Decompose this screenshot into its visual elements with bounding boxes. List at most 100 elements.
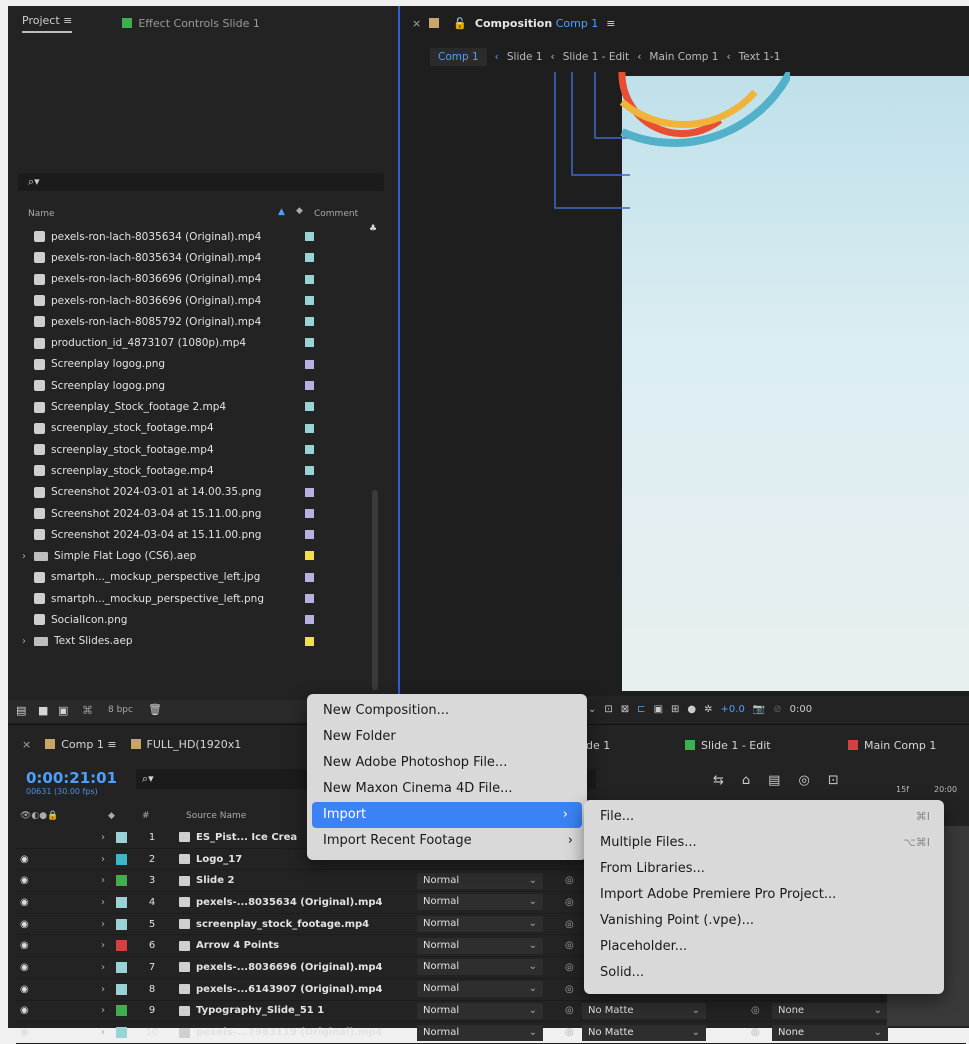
show-snapshot-icon[interactable]: ⊘	[773, 704, 781, 715]
label-color-swatch[interactable]	[305, 636, 314, 646]
eye-icon[interactable]: ◉	[20, 897, 34, 908]
tab-slide-1[interactable]: ide 1	[583, 739, 610, 752]
new-composition-icon[interactable]: ▣	[58, 704, 68, 717]
breadcrumb-item[interactable]: Comp 1	[430, 48, 487, 66]
submenu-item[interactable]: Solid...	[584, 960, 944, 986]
layer-name[interactable]: Logo_17	[196, 854, 242, 865]
list-item[interactable]: Screenshot 2024-03-01 at 14.00.35.png	[22, 482, 386, 503]
chevron-down-icon[interactable]: ⌄	[588, 704, 596, 715]
track-matte-icon[interactable]: ◎	[565, 897, 574, 908]
label-color-swatch[interactable]	[116, 940, 127, 952]
label-color-swatch[interactable]	[116, 875, 127, 887]
close-icon[interactable]: ×	[22, 738, 31, 751]
list-item[interactable]: › Text Slides.aep	[22, 631, 386, 652]
label-color-swatch[interactable]	[116, 853, 127, 865]
parent-select[interactable]: None ⌄	[772, 1002, 888, 1019]
tab-main-comp-1[interactable]: Main Comp 1	[848, 739, 936, 752]
submenu-item[interactable]: Import Adobe Premiere Pro Project...	[584, 882, 944, 908]
label-color-swatch[interactable]	[116, 983, 127, 995]
trash-icon[interactable]: 🗑	[148, 703, 162, 716]
expand-arrow-icon[interactable]: ›	[22, 551, 34, 562]
label-color-swatch[interactable]	[305, 572, 314, 582]
tab-full-hd[interactable]: FULL_HD(1920x1	[130, 738, 241, 751]
pick-whip-icon[interactable]: ◎	[751, 1027, 760, 1038]
expand-arrow-icon[interactable]: ›	[101, 919, 105, 930]
menu-item[interactable]: New Maxon Cinema 4D File...	[307, 776, 587, 802]
list-item[interactable]: Screenplay logog.png	[22, 354, 386, 375]
label-color-swatch[interactable]	[305, 381, 314, 391]
label-color-swatch[interactable]	[116, 896, 127, 908]
list-item[interactable]: smartph..._mockup_perspective_left.jpg	[22, 567, 386, 588]
track-matte-icon[interactable]: ◎	[565, 984, 574, 995]
label-column-icon[interactable]: ◆	[108, 811, 115, 821]
submenu-item[interactable]: File... ⌘I	[584, 804, 944, 830]
eye-icon[interactable]: ◉	[20, 875, 34, 886]
layer-name[interactable]: pexels-...6143907 (Original).mp4	[196, 984, 383, 995]
timecode-display[interactable]: 0:00:21:01	[26, 769, 117, 787]
breadcrumb-item[interactable]: Slide 1	[507, 51, 543, 63]
track-matte-icon[interactable]: ◎	[565, 962, 574, 973]
label-color-swatch[interactable]	[116, 1027, 127, 1039]
label-color-swatch[interactable]	[305, 508, 314, 518]
label-color-swatch[interactable]	[305, 295, 314, 305]
table-row[interactable]: ◉ › 9 Typography_Slide_51 1 Normal ⌄ ◎ No Matte…	[16, 1001, 966, 1023]
eye-icon[interactable]: ◉	[20, 1005, 34, 1016]
list-item[interactable]: pexels-ron-lach-8085792 (Original).mp4	[22, 311, 386, 332]
frame-blending-icon[interactable]: ▤	[768, 773, 780, 788]
layer-name[interactable]: pexels-...7983119 (Original).mp4	[196, 1027, 383, 1038]
bpc-button[interactable]: 8 bpc	[108, 705, 133, 715]
panel-menu-icon[interactable]: ≡	[63, 14, 72, 27]
expand-arrow-icon[interactable]: ›	[101, 832, 105, 843]
blend-mode-select[interactable]: Normal ⌄	[417, 1002, 543, 1019]
list-item[interactable]: › Simple Flat Logo (CS6).aep	[22, 545, 386, 566]
label-color-swatch[interactable]	[305, 551, 314, 561]
list-item[interactable]: screenplay_stock_footage.mp4	[22, 418, 386, 439]
list-item[interactable]: pexels-ron-lach-8036696 (Original).mp4	[22, 269, 386, 290]
list-item[interactable]: Screenplay_Stock_footage 2.mp4	[22, 396, 386, 417]
expand-arrow-icon[interactable]: ›	[101, 984, 105, 995]
submenu-item[interactable]: From Libraries...	[584, 856, 944, 882]
label-color-swatch[interactable]	[116, 1005, 127, 1017]
tab-project[interactable]: Project ≡	[22, 14, 73, 33]
label-color-swatch[interactable]	[116, 918, 127, 930]
eye-icon[interactable]: ◉	[20, 919, 34, 930]
motion-blur-icon[interactable]: ◎	[798, 773, 809, 788]
label-color-swatch[interactable]	[305, 338, 314, 348]
list-item[interactable]: Screenshot 2024-03-04 at 15.11.00.png	[22, 503, 386, 524]
label-color-swatch[interactable]	[305, 530, 314, 540]
project-search-input[interactable]: ⌕▾	[18, 173, 384, 191]
track-matte-icon[interactable]: ◎	[565, 940, 574, 951]
column-source-name[interactable]: Source Name	[186, 811, 246, 821]
eye-icon[interactable]: ◉	[20, 962, 34, 973]
lock-icon[interactable]: 🔓	[453, 17, 467, 30]
expand-arrow-icon[interactable]: ›	[101, 962, 105, 973]
color-channels-icon[interactable]: ●	[687, 704, 696, 715]
tab-comp-1[interactable]: Comp 1 ≡	[45, 738, 117, 751]
breadcrumb-item[interactable]: Slide 1 - Edit	[563, 51, 629, 63]
expand-arrow-icon[interactable]: ›	[22, 636, 34, 647]
menu-item[interactable]: New Folder	[307, 724, 587, 750]
project-scrollbar[interactable]	[372, 490, 378, 690]
label-color-swatch[interactable]	[305, 232, 314, 241]
label-color-swatch[interactable]	[305, 359, 314, 369]
panel-menu-icon[interactable]: ≡	[606, 17, 615, 30]
exposure-reset-icon[interactable]: ✲	[704, 704, 712, 715]
layer-name[interactable]: pexels-...8036696 (Original).mp4	[196, 962, 383, 973]
composition-tab-title[interactable]: Composition Comp 1	[475, 17, 598, 30]
blend-mode-select[interactable]: Normal ⌄	[417, 916, 543, 933]
layer-name[interactable]: Slide 2	[196, 875, 234, 886]
breadcrumb-item[interactable]: Text 1-1	[739, 51, 781, 63]
blend-mode-select[interactable]: Normal ⌄	[417, 937, 543, 954]
label-color-swatch[interactable]	[116, 961, 127, 973]
track-matte-icon[interactable]: ◎	[565, 1005, 574, 1016]
graph-editor-icon[interactable]: ⊡	[828, 773, 839, 788]
submenu-item[interactable]: Multiple Files... ⌥⌘I	[584, 830, 944, 856]
blend-mode-select[interactable]: Normal ⌄	[417, 894, 543, 911]
label-color-swatch[interactable]	[305, 487, 314, 497]
snapshot-icon[interactable]: 📷	[753, 704, 765, 715]
list-item[interactable]: screenplay_stock_footage.mp4	[22, 460, 386, 481]
blend-mode-select[interactable]: Normal ⌄	[417, 959, 543, 976]
grid-icon[interactable]: ⊞	[671, 704, 679, 715]
label-column-icon[interactable]: ◆	[296, 206, 303, 216]
comp-flowchart-icon[interactable]: ⇆	[713, 773, 724, 788]
